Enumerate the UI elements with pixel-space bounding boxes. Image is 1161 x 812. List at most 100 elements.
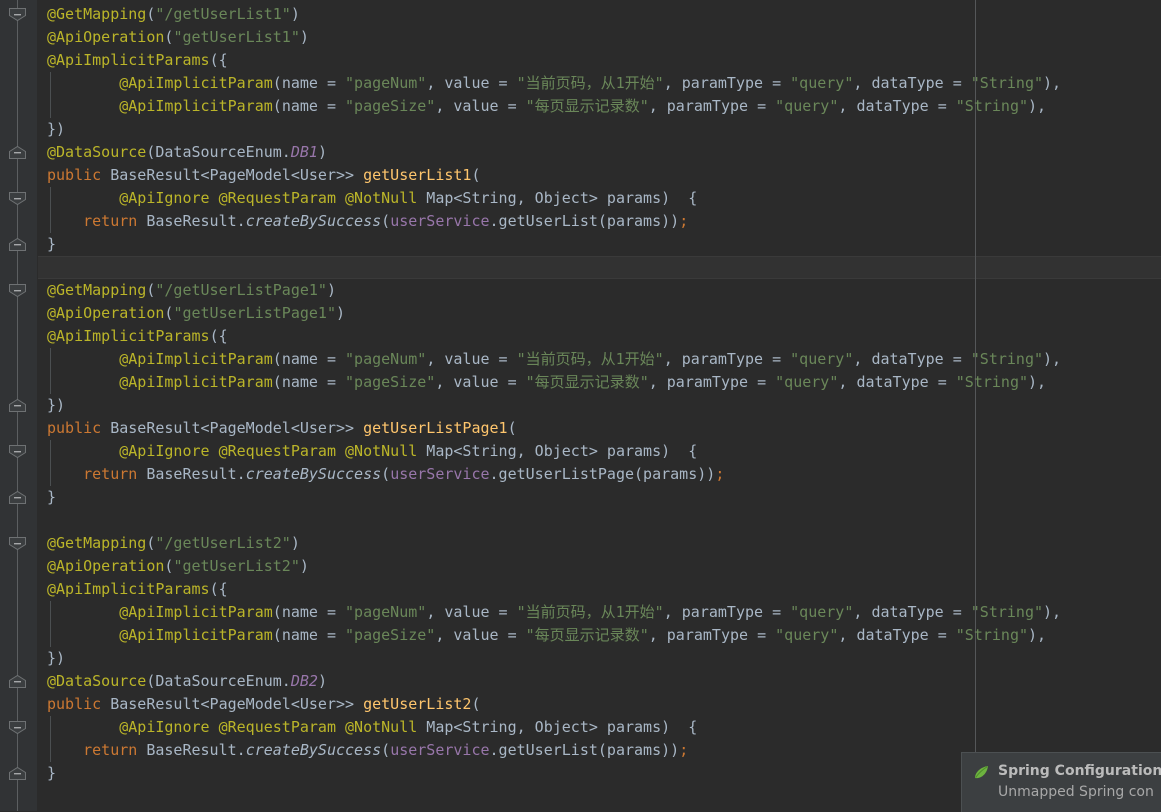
code-token-def — [47, 603, 119, 621]
code-token-def: Map<String, Object> params — [417, 718, 662, 736]
code-token-punct: = — [763, 603, 791, 621]
code-token-def: dataType — [856, 626, 929, 644]
code-token-str: "pageNum" — [345, 350, 427, 368]
code-token-kw: return — [83, 212, 138, 230]
code-token-punct: , — [838, 373, 857, 391]
code-token-str: "pageSize" — [345, 373, 436, 391]
code-line: @ApiImplicitParam(name = "pageNum", valu… — [47, 601, 1061, 624]
editor-gutter[interactable] — [0, 0, 38, 811]
fold-marker-expanded[interactable] — [8, 398, 27, 413]
code-token-ann: @ApiOperation — [47, 304, 165, 322]
fold-marker-expanded[interactable] — [8, 536, 27, 551]
code-token-punct: = — [489, 603, 517, 621]
code-token-def — [47, 74, 119, 92]
code-token-punct: = — [943, 350, 971, 368]
fold-marker-expanded[interactable] — [8, 444, 27, 459]
code-token-def: name — [281, 603, 318, 621]
fold-marker-expanded[interactable] — [8, 490, 27, 505]
code-token-def: dataType — [856, 373, 929, 391]
code-line: @ApiOperation("getUserListPage1") — [47, 302, 345, 325]
code-token-def: Map<String, Object> params — [417, 442, 662, 460]
code-line: @ApiIgnore @RequestParam @NotNull Map<St… — [47, 440, 697, 463]
code-token-kw: return — [83, 741, 138, 759]
code-token-def — [47, 718, 119, 736]
code-token-str: "pageSize" — [345, 626, 436, 644]
code-token-def: paramType — [681, 74, 764, 92]
code-token-punct: , — [663, 603, 682, 621]
code-token-punct: = — [943, 74, 971, 92]
code-token-punct: ) — [336, 304, 346, 322]
code-token-punct: , — [435, 97, 454, 115]
fold-marker-expanded[interactable] — [8, 283, 27, 298]
code-token-def: dataType — [871, 74, 944, 92]
code-token-punct: = — [317, 373, 346, 391]
fold-marker-expanded[interactable] — [8, 145, 27, 160]
code-token-str: "String" — [970, 74, 1044, 92]
code-token-str: "pageNum" — [345, 74, 427, 92]
code-token-ann: @DataSource — [47, 143, 147, 161]
code-token-str: "String" — [955, 97, 1029, 115]
code-token-punct: , — [426, 74, 445, 92]
code-token-punct: = — [928, 626, 956, 644]
code-token-def — [47, 465, 83, 483]
code-token-punct: , — [853, 603, 872, 621]
fold-marker-expanded[interactable] — [8, 674, 27, 689]
code-token-def — [47, 626, 119, 644]
code-token-semi: ; — [715, 465, 725, 483]
code-token-punct: ({ — [209, 51, 228, 69]
code-token-ann: @ApiImplicitParam — [119, 626, 273, 644]
code-token-punct: = — [943, 603, 971, 621]
code-token-str: "String" — [955, 373, 1029, 391]
code-token-def: dataType — [871, 603, 944, 621]
code-token-punct: , — [426, 603, 445, 621]
code-line: } — [47, 762, 56, 785]
code-token-punct: }) — [47, 396, 66, 414]
code-line: @ApiIgnore @RequestParam @NotNull Map<St… — [47, 716, 697, 739]
fold-marker-expanded[interactable] — [8, 191, 27, 206]
code-line: @GetMapping("/getUserListPage1") — [47, 279, 336, 302]
code-token-str: "getUserList2" — [173, 557, 300, 575]
code-token-punct: , — [853, 74, 872, 92]
right-margin-guide — [975, 0, 976, 811]
code-token-ann: @ApiImplicitParam — [119, 373, 273, 391]
code-token-punct: , — [838, 97, 857, 115]
code-token-punct: , — [435, 373, 454, 391]
code-token-def: DataSourceEnum. — [155, 672, 291, 690]
code-token-punct: = — [489, 350, 517, 368]
code-token-str: "getUserList1" — [173, 28, 300, 46]
notification-balloon[interactable]: Spring Configuration C Unmapped Spring c… — [961, 752, 1161, 812]
code-token-def: BaseResult. — [137, 212, 246, 230]
code-token-punct: ) — [299, 28, 309, 46]
code-token-def: value — [444, 350, 490, 368]
spring-leaf-icon — [972, 764, 990, 782]
fold-marker-expanded[interactable] — [8, 720, 27, 735]
code-token-enum: DB1 — [290, 143, 318, 161]
code-token-enum: DB2 — [290, 672, 318, 690]
code-token-def: name — [281, 373, 318, 391]
code-token-ann: @ApiImplicitParam — [119, 97, 273, 115]
code-token-punct: = — [748, 626, 776, 644]
code-token-punct: , — [426, 350, 445, 368]
code-token-ann: @ApiImplicitParams — [47, 51, 210, 69]
code-token-str: "query" — [790, 350, 854, 368]
code-token-str: "每页显示记录数" — [525, 373, 649, 391]
code-token-punct: ({ — [209, 580, 228, 598]
code-token-punct: = — [763, 74, 791, 92]
code-token-def: paramType — [681, 603, 764, 621]
code-line: @ApiImplicitParam(name = "pageNum", valu… — [47, 348, 1061, 371]
code-token-ann: @ApiOperation — [47, 28, 165, 46]
code-token-punct: ( — [471, 166, 481, 184]
code-token-punct: , — [853, 350, 872, 368]
code-token-str: "当前页码，从1开始" — [516, 350, 664, 368]
ide-editor-window: @GetMapping("/getUserList1") @ApiOperatio… — [0, 0, 1161, 812]
code-editor-area[interactable]: @GetMapping("/getUserList1") @ApiOperatio… — [38, 0, 1161, 811]
code-line: public BaseResult<PageModel<User>> getUs… — [47, 693, 481, 716]
fold-marker-expanded[interactable] — [8, 7, 27, 22]
code-token-punct: = — [317, 74, 346, 92]
fold-marker-expanded[interactable] — [8, 766, 27, 781]
code-token-punct: ( — [272, 373, 282, 391]
code-token-punct: , — [435, 626, 454, 644]
code-token-def: dataType — [871, 350, 944, 368]
code-line: @ApiImplicitParams({ — [47, 49, 228, 72]
fold-marker-expanded[interactable] — [8, 237, 27, 252]
